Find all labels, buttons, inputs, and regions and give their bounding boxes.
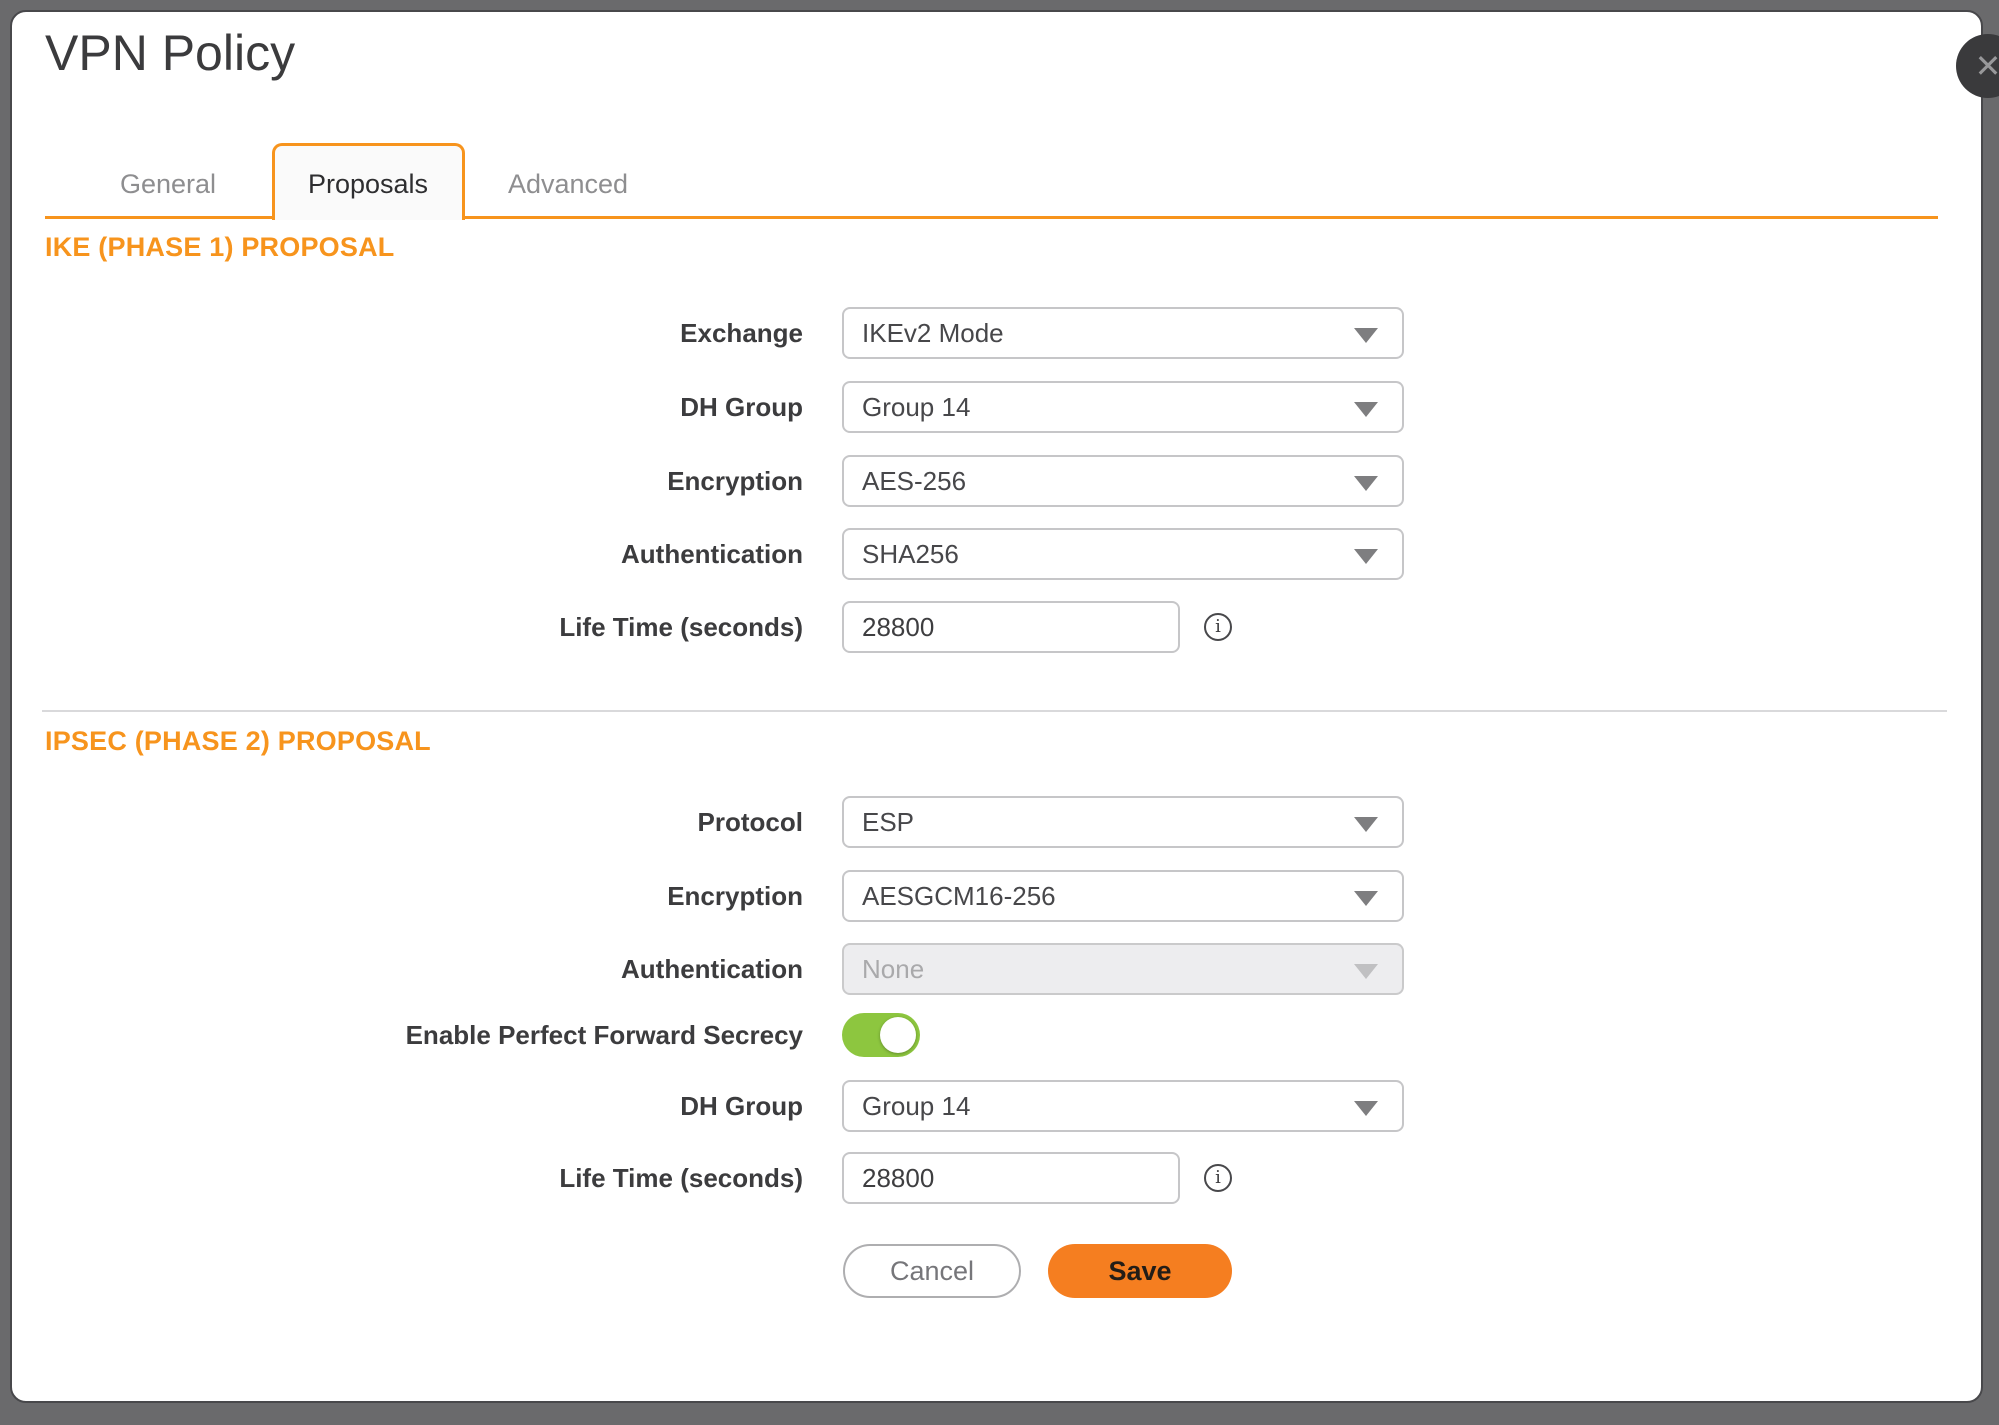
dh-group-label: DH Group <box>0 381 803 433</box>
dh-group-p2-row: DH Group Group 14 <box>0 1080 1999 1132</box>
dh-group-select[interactable]: Group 14 <box>842 381 1404 433</box>
encryption-p2-row: Encryption AESGCM16-256 <box>0 870 1999 922</box>
chevron-down-icon <box>1354 402 1378 417</box>
dh-group-row: DH Group Group 14 <box>0 381 1999 433</box>
pfs-toggle[interactable] <box>842 1013 920 1057</box>
life-time-label: Life Time (seconds) <box>0 601 803 653</box>
section-heading-ike-phase1: IKE (PHASE 1) PROPOSAL <box>45 232 394 263</box>
tab-general[interactable]: General <box>120 169 216 200</box>
screen: ✕ VPN Policy General Proposals Advanced … <box>0 0 1999 1425</box>
page-title: VPN Policy <box>45 24 295 82</box>
chevron-down-icon <box>1354 549 1378 564</box>
encryption-label: Encryption <box>0 455 803 507</box>
section-heading-ipsec-phase2: IPSEC (PHASE 2) PROPOSAL <box>45 726 431 757</box>
info-icon-glyph: i <box>1215 1169 1221 1187</box>
info-icon-glyph: i <box>1215 618 1221 636</box>
close-icon: ✕ <box>1975 50 1999 82</box>
encryption-select-value: AES-256 <box>862 457 966 506</box>
authentication-p2-row: Authentication None <box>0 943 1999 995</box>
exchange-row: Exchange IKEv2 Mode <box>0 307 1999 359</box>
encryption-p2-select[interactable]: AESGCM16-256 <box>842 870 1404 922</box>
life-time-row: Life Time (seconds) i <box>0 601 1999 653</box>
dh-group-p2-select[interactable]: Group 14 <box>842 1080 1404 1132</box>
encryption-row: Encryption AES-256 <box>0 455 1999 507</box>
protocol-select[interactable]: ESP <box>842 796 1404 848</box>
protocol-select-value: ESP <box>862 798 914 847</box>
toggle-knob <box>880 1017 916 1053</box>
authentication-p2-select: None <box>842 943 1404 995</box>
footer-actions: Cancel Save <box>0 1244 1999 1298</box>
dh-group-select-value: Group 14 <box>862 383 970 432</box>
life-time-p2-input[interactable] <box>842 1152 1180 1204</box>
encryption-p2-select-value: AESGCM16-256 <box>862 872 1056 921</box>
exchange-select-value: IKEv2 Mode <box>862 309 1004 358</box>
protocol-row: Protocol ESP <box>0 796 1999 848</box>
cancel-button[interactable]: Cancel <box>843 1244 1021 1298</box>
tab-proposals[interactable]: Proposals <box>308 169 428 200</box>
chevron-down-icon <box>1354 1101 1378 1116</box>
info-icon[interactable]: i <box>1204 1164 1232 1192</box>
authentication-label: Authentication <box>0 528 803 580</box>
pfs-label: Enable Perfect Forward Secrecy <box>0 1013 803 1057</box>
protocol-label: Protocol <box>0 796 803 848</box>
section-divider <box>42 710 1947 712</box>
life-time-p2-row: Life Time (seconds) i <box>0 1152 1999 1204</box>
pfs-row: Enable Perfect Forward Secrecy <box>0 1013 1999 1057</box>
encryption-p2-label: Encryption <box>0 870 803 922</box>
authentication-row: Authentication SHA256 <box>0 528 1999 580</box>
life-time-input[interactable] <box>842 601 1180 653</box>
chevron-down-icon <box>1354 817 1378 832</box>
tab-advanced[interactable]: Advanced <box>508 169 628 200</box>
authentication-p2-label: Authentication <box>0 943 803 995</box>
dh-group-p2-label: DH Group <box>0 1080 803 1132</box>
exchange-label: Exchange <box>0 307 803 359</box>
dh-group-p2-select-value: Group 14 <box>862 1082 970 1131</box>
chevron-down-icon <box>1354 964 1378 979</box>
authentication-select-value: SHA256 <box>862 530 959 579</box>
chevron-down-icon <box>1354 476 1378 491</box>
exchange-select[interactable]: IKEv2 Mode <box>842 307 1404 359</box>
chevron-down-icon <box>1354 891 1378 906</box>
save-button[interactable]: Save <box>1048 1244 1232 1298</box>
info-icon[interactable]: i <box>1204 613 1232 641</box>
authentication-p2-select-value: None <box>862 945 924 994</box>
authentication-select[interactable]: SHA256 <box>842 528 1404 580</box>
life-time-p2-label: Life Time (seconds) <box>0 1152 803 1204</box>
encryption-select[interactable]: AES-256 <box>842 455 1404 507</box>
chevron-down-icon <box>1354 328 1378 343</box>
